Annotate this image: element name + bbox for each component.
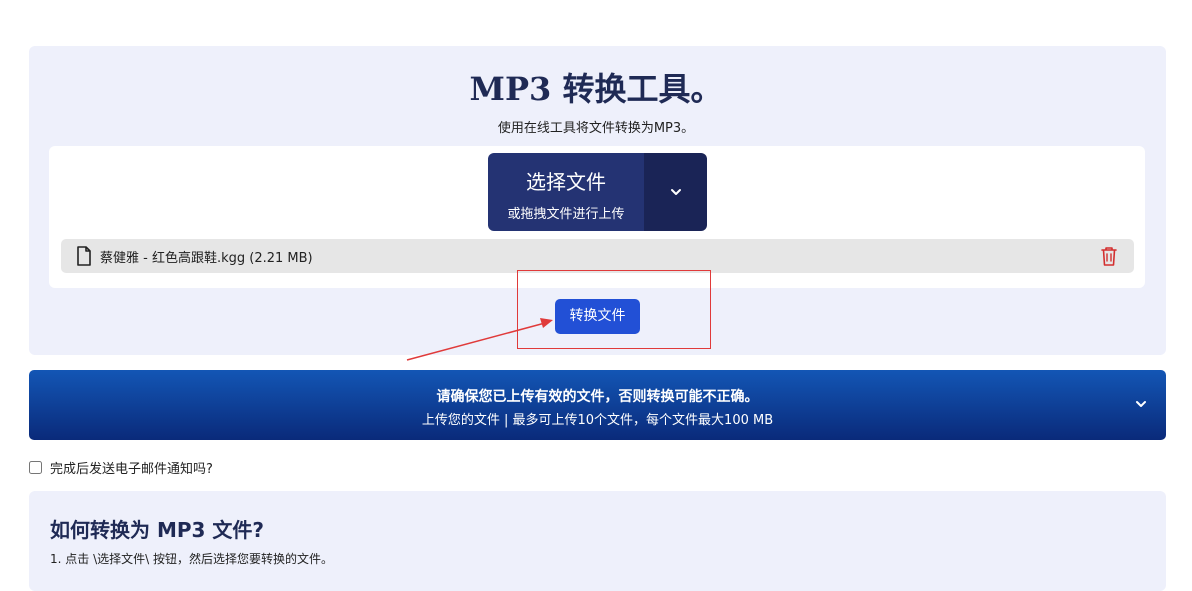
email-notify-checkbox[interactable] [29, 461, 42, 474]
choose-file-button[interactable]: 选择文件 或拖拽文件进行上传 [488, 153, 644, 231]
uploaded-file-row: 蔡健雅 - 红色高跟鞋.kgg (2.21 MB) [61, 239, 1134, 273]
page-title: MP3 转换工具。 [469, 70, 723, 108]
chevron-down-icon[interactable] [1134, 397, 1148, 411]
choose-file-sublabel: 或拖拽文件进行上传 [507, 207, 625, 222]
howto-step-1: 1. 点击 \选择文件\ 按钮，然后选择您要转换的文件。 [50, 552, 333, 566]
banner-warning-text: 请确保您已上传有效的文件，否则转换可能不正确。 [436, 389, 759, 405]
annotation-highlight-box [517, 270, 711, 349]
choose-file-label: 选择文件 [526, 170, 606, 194]
info-banner: 请确保您已上传有效的文件，否则转换可能不正确。 上传您的文件 | 最多可上传10… [29, 370, 1166, 440]
chevron-down-icon [670, 189, 681, 195]
howto-title: 如何转换为 MP3 文件? [50, 518, 265, 542]
file-name: 蔡健雅 - 红色高跟鞋.kgg (2.21 MB) [100, 250, 313, 266]
email-notify-option[interactable]: 完成后发送电子邮件通知吗? [29, 458, 213, 477]
file-icon [76, 246, 92, 266]
banner-limits-text: 上传您的文件 | 最多可上传10个文件，每个文件最大100 MB [421, 413, 774, 428]
email-notify-label: 完成后发送电子邮件通知吗? [50, 462, 213, 477]
page-subtitle: 使用在线工具将文件转换为MP3。 [497, 121, 695, 136]
upload-source-dropdown[interactable] [644, 153, 707, 231]
trash-icon[interactable] [1100, 246, 1118, 266]
